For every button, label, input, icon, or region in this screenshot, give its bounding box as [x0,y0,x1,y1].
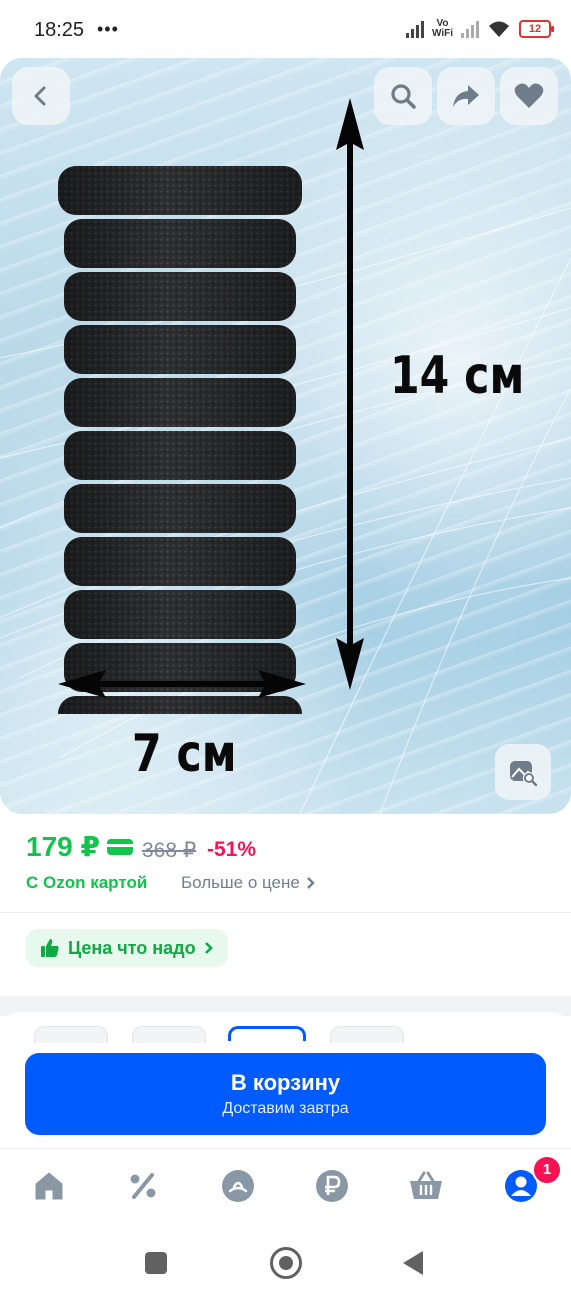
sponge-ring-shade [64,590,296,639]
share-button[interactable] [437,67,495,125]
back-icon [34,86,46,106]
vowifi-icon: Vo WiFi [431,18,453,39]
variant-thumbnail[interactable] [330,1026,404,1043]
image-search-button[interactable] [495,744,551,800]
catalog-icon [222,1170,254,1202]
variant-thumbnail[interactable] [132,1026,206,1043]
sponge-ring-shade [64,378,296,427]
cell-signal-2-icon [461,20,479,38]
sponge-ring-shade [58,166,302,215]
status-time: 18:25 [34,19,85,41]
nav-home[interactable] [31,1168,67,1204]
sponge-ring-shade [64,537,296,586]
bottom-nav [0,1148,571,1233]
nav-discounts[interactable] [125,1168,161,1204]
sponge-ring-shade [64,431,296,480]
profile-notification-badge: 1 [532,1155,562,1185]
divider [0,912,571,913]
heart-icon [514,83,544,108]
status-bar: 18:25 ••• Vo WiFi 12 [0,0,571,58]
status-notification-icons: ••• [97,19,119,39]
nav-finance[interactable] [314,1168,350,1204]
status-right: Vo WiFi 12 [405,16,554,42]
price-badge[interactable]: Цена что надо [26,929,228,967]
search-button[interactable] [374,67,432,125]
more-about-price-link[interactable]: Больше о цене [181,873,316,893]
image-search-icon [510,761,538,787]
thumbs-up-icon [41,939,59,957]
add-to-cart-button[interactable]: В корзину Доставим завтра [25,1053,546,1135]
old-price: 368 ₽ [142,839,197,862]
sponge-ring-shade [64,272,296,321]
basket-icon [410,1171,442,1199]
home-icon [35,1172,63,1200]
wifi-icon [489,21,509,37]
variant-thumbnail-selected[interactable] [228,1026,306,1041]
height-label: 14 см [390,346,525,406]
price-badge-label: Цена что надо [68,937,196,958]
product-image[interactable]: 14 см 7 см [0,58,571,814]
cell-signal-icon [405,20,424,38]
height-arrow [336,98,364,690]
delivery-label: Доставим завтра [222,1100,349,1117]
share-icon [453,85,479,107]
width-arrow [58,670,306,698]
sponge-ring-shade [64,484,296,533]
sponge-ring-shade [64,219,296,268]
variant-thumbnail[interactable] [34,1026,108,1043]
ozon-card-label: С Ozon картой [26,873,148,892]
chevron-right-icon [204,942,213,954]
search-icon [391,84,416,109]
discount-icon [130,1173,156,1199]
ruble-icon [316,1170,348,1202]
chevron-right-icon [307,877,315,889]
width-label: 7 см [132,724,237,784]
more-about-price-label: Больше о цене [181,873,300,892]
discount-percent: -51% [207,838,257,861]
sponge-filter-image [58,166,302,714]
recent-apps-icon[interactable] [145,1252,167,1274]
ozon-card-icon [107,839,133,855]
sponge-ring-shade [64,325,296,374]
nav-catalog[interactable] [220,1168,256,1204]
back-button[interactable] [12,67,70,125]
add-to-cart-label: В корзину [230,1070,341,1095]
favorite-button[interactable] [500,67,558,125]
back-system-icon[interactable] [401,1249,425,1277]
battery-icon: 12 [519,20,554,38]
current-price: 179 ₽ [26,831,100,862]
home-system-icon[interactable] [270,1247,302,1279]
nav-cart[interactable] [408,1168,444,1204]
